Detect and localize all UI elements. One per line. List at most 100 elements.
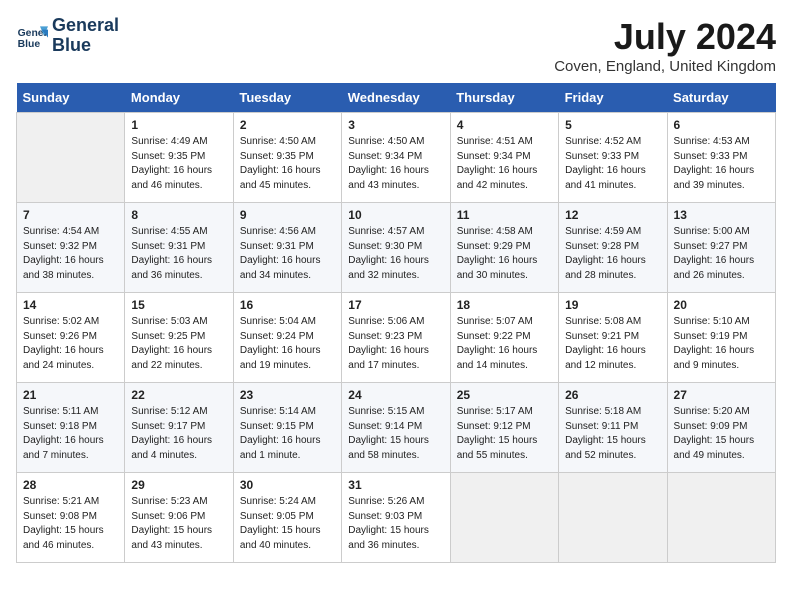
- day-number: 23: [240, 388, 335, 402]
- day-number: 11: [457, 208, 552, 222]
- day-number: 29: [131, 478, 226, 492]
- cell-content: Sunrise: 5:24 AM Sunset: 9:05 PM Dayligh…: [240, 495, 335, 553]
- week-row-1: 1 Sunrise: 4:49 AM Sunset: 9:35 PM Daylig…: [17, 113, 776, 203]
- cell-content: Sunrise: 5:20 AM Sunset: 9:09 PM Dayligh…: [674, 405, 769, 463]
- day-number: 19: [565, 298, 660, 312]
- day-number: 21: [23, 388, 118, 402]
- cell-content: Sunrise: 5:15 AM Sunset: 9:14 PM Dayligh…: [348, 405, 443, 463]
- cell-content: Sunrise: 5:26 AM Sunset: 9:03 PM Dayligh…: [348, 495, 443, 553]
- month-year-title: July 2024: [554, 16, 776, 58]
- location-subtitle: Coven, England, United Kingdom: [554, 58, 776, 75]
- cell-content: Sunrise: 4:49 AM Sunset: 9:35 PM Dayligh…: [131, 135, 226, 193]
- cell-content: Sunrise: 5:02 AM Sunset: 9:26 PM Dayligh…: [23, 315, 118, 373]
- day-number: 10: [348, 208, 443, 222]
- week-row-2: 7 Sunrise: 4:54 AM Sunset: 9:32 PM Daylig…: [17, 203, 776, 293]
- day-number: 25: [457, 388, 552, 402]
- weekday-header-saturday: Saturday: [667, 83, 775, 113]
- day-number: 13: [674, 208, 769, 222]
- cell-content: Sunrise: 4:59 AM Sunset: 9:28 PM Dayligh…: [565, 225, 660, 283]
- day-number: 7: [23, 208, 118, 222]
- calendar-cell: 29 Sunrise: 5:23 AM Sunset: 9:06 PM Dayli…: [125, 473, 233, 563]
- cell-content: Sunrise: 4:50 AM Sunset: 9:35 PM Dayligh…: [240, 135, 335, 193]
- day-number: 15: [131, 298, 226, 312]
- cell-content: Sunrise: 4:55 AM Sunset: 9:31 PM Dayligh…: [131, 225, 226, 283]
- calendar-cell: 13 Sunrise: 5:00 AM Sunset: 9:27 PM Dayli…: [667, 203, 775, 293]
- cell-content: Sunrise: 4:58 AM Sunset: 9:29 PM Dayligh…: [457, 225, 552, 283]
- calendar-cell: 28 Sunrise: 5:21 AM Sunset: 9:08 PM Dayli…: [17, 473, 125, 563]
- cell-content: Sunrise: 5:23 AM Sunset: 9:06 PM Dayligh…: [131, 495, 226, 553]
- calendar-table: SundayMondayTuesdayWednesdayThursdayFrid…: [16, 83, 776, 563]
- cell-content: Sunrise: 5:03 AM Sunset: 9:25 PM Dayligh…: [131, 315, 226, 373]
- calendar-cell: 23 Sunrise: 5:14 AM Sunset: 9:15 PM Dayli…: [233, 383, 341, 473]
- svg-text:Blue: Blue: [18, 39, 41, 50]
- day-number: 3: [348, 118, 443, 132]
- title-area: July 2024 Coven, England, United Kingdom: [554, 16, 776, 75]
- header: General Blue General Blue July 2024 Cove…: [16, 16, 776, 75]
- weekday-header-friday: Friday: [559, 83, 667, 113]
- cell-content: Sunrise: 4:57 AM Sunset: 9:30 PM Dayligh…: [348, 225, 443, 283]
- day-number: 12: [565, 208, 660, 222]
- cell-content: Sunrise: 5:14 AM Sunset: 9:15 PM Dayligh…: [240, 405, 335, 463]
- day-number: 5: [565, 118, 660, 132]
- day-number: 18: [457, 298, 552, 312]
- logo: General Blue General Blue: [16, 16, 119, 56]
- cell-content: Sunrise: 5:00 AM Sunset: 9:27 PM Dayligh…: [674, 225, 769, 283]
- calendar-cell: 31Sunrise: 5:26 AM Sunset: 9:03 PM Dayli…: [342, 473, 450, 563]
- cell-content: Sunrise: 5:11 AM Sunset: 9:18 PM Dayligh…: [23, 405, 118, 463]
- cell-content: Sunrise: 5:12 AM Sunset: 9:17 PM Dayligh…: [131, 405, 226, 463]
- calendar-cell: 12 Sunrise: 4:59 AM Sunset: 9:28 PM Dayli…: [559, 203, 667, 293]
- calendar-cell: 22Sunrise: 5:12 AM Sunset: 9:17 PM Dayli…: [125, 383, 233, 473]
- calendar-cell: [450, 473, 558, 563]
- weekday-header-monday: Monday: [125, 83, 233, 113]
- cell-content: Sunrise: 4:53 AM Sunset: 9:33 PM Dayligh…: [674, 135, 769, 193]
- calendar-cell: 18 Sunrise: 5:07 AM Sunset: 9:22 PM Dayli…: [450, 293, 558, 383]
- day-number: 8: [131, 208, 226, 222]
- cell-content: Sunrise: 5:17 AM Sunset: 9:12 PM Dayligh…: [457, 405, 552, 463]
- calendar-cell: 17Sunrise: 5:06 AM Sunset: 9:23 PM Dayli…: [342, 293, 450, 383]
- calendar-cell: 9 Sunrise: 4:56 AM Sunset: 9:31 PM Daylig…: [233, 203, 341, 293]
- day-number: 30: [240, 478, 335, 492]
- day-number: 16: [240, 298, 335, 312]
- calendar-cell: [559, 473, 667, 563]
- cell-content: Sunrise: 5:07 AM Sunset: 9:22 PM Dayligh…: [457, 315, 552, 373]
- cell-content: Sunrise: 4:54 AM Sunset: 9:32 PM Dayligh…: [23, 225, 118, 283]
- day-number: 26: [565, 388, 660, 402]
- calendar-cell: 15 Sunrise: 5:03 AM Sunset: 9:25 PM Dayli…: [125, 293, 233, 383]
- weekday-header-wednesday: Wednesday: [342, 83, 450, 113]
- cell-content: Sunrise: 5:21 AM Sunset: 9:08 PM Dayligh…: [23, 495, 118, 553]
- week-row-4: 21 Sunrise: 5:11 AM Sunset: 9:18 PM Dayli…: [17, 383, 776, 473]
- day-number: 1: [131, 118, 226, 132]
- cell-content: Sunrise: 5:10 AM Sunset: 9:19 PM Dayligh…: [674, 315, 769, 373]
- cell-content: Sunrise: 4:52 AM Sunset: 9:33 PM Dayligh…: [565, 135, 660, 193]
- day-number: 4: [457, 118, 552, 132]
- day-number: 20: [674, 298, 769, 312]
- calendar-cell: 25 Sunrise: 5:17 AM Sunset: 9:12 PM Dayli…: [450, 383, 558, 473]
- calendar-cell: 5 Sunrise: 4:52 AM Sunset: 9:33 PM Daylig…: [559, 113, 667, 203]
- day-number: 24: [348, 388, 443, 402]
- day-number: 17: [348, 298, 443, 312]
- calendar-cell: 4Sunrise: 4:51 AM Sunset: 9:34 PM Daylig…: [450, 113, 558, 203]
- cell-content: Sunrise: 4:50 AM Sunset: 9:34 PM Dayligh…: [348, 135, 443, 193]
- calendar-cell: 19 Sunrise: 5:08 AM Sunset: 9:21 PM Dayli…: [559, 293, 667, 383]
- day-number: 28: [23, 478, 118, 492]
- day-number: 2: [240, 118, 335, 132]
- calendar-cell: 30 Sunrise: 5:24 AM Sunset: 9:05 PM Dayli…: [233, 473, 341, 563]
- calendar-cell: 7 Sunrise: 4:54 AM Sunset: 9:32 PM Daylig…: [17, 203, 125, 293]
- calendar-cell: [17, 113, 125, 203]
- calendar-cell: 26Sunrise: 5:18 AM Sunset: 9:11 PM Dayli…: [559, 383, 667, 473]
- weekday-header-sunday: Sunday: [17, 83, 125, 113]
- calendar-cell: 24 Sunrise: 5:15 AM Sunset: 9:14 PM Dayli…: [342, 383, 450, 473]
- day-number: 14: [23, 298, 118, 312]
- logo-text: General Blue: [52, 16, 119, 56]
- weekday-header-tuesday: Tuesday: [233, 83, 341, 113]
- calendar-cell: 3 Sunrise: 4:50 AM Sunset: 9:34 PM Daylig…: [342, 113, 450, 203]
- calendar-cell: 27Sunrise: 5:20 AM Sunset: 9:09 PM Dayli…: [667, 383, 775, 473]
- calendar-cell: 11 Sunrise: 4:58 AM Sunset: 9:29 PM Dayli…: [450, 203, 558, 293]
- day-number: 9: [240, 208, 335, 222]
- cell-content: Sunrise: 4:56 AM Sunset: 9:31 PM Dayligh…: [240, 225, 335, 283]
- calendar-cell: 10 Sunrise: 4:57 AM Sunset: 9:30 PM Dayli…: [342, 203, 450, 293]
- week-row-3: 14 Sunrise: 5:02 AM Sunset: 9:26 PM Dayli…: [17, 293, 776, 383]
- calendar-cell: [667, 473, 775, 563]
- calendar-cell: 20 Sunrise: 5:10 AM Sunset: 9:19 PM Dayli…: [667, 293, 775, 383]
- cell-content: Sunrise: 5:08 AM Sunset: 9:21 PM Dayligh…: [565, 315, 660, 373]
